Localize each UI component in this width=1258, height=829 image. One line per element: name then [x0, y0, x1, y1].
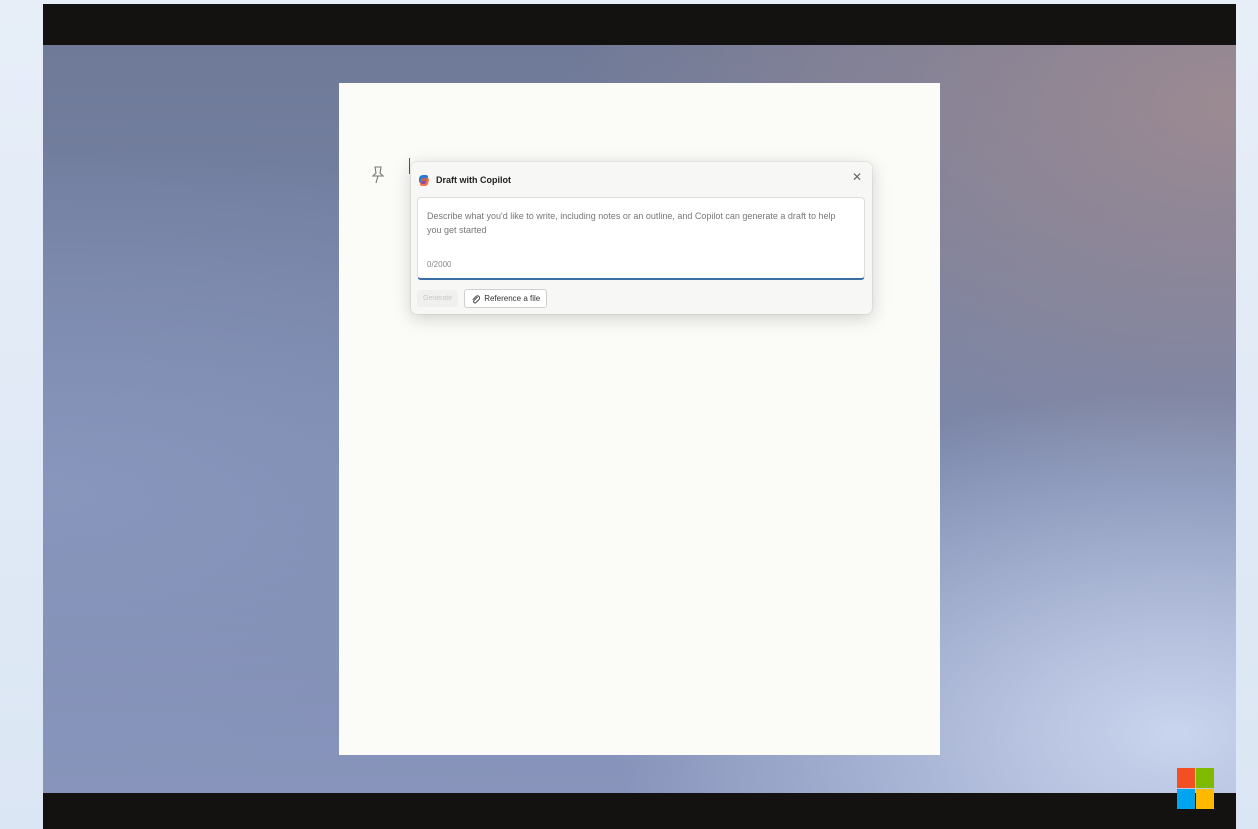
prompt-placeholder: Describe what you'd like to write, inclu…: [427, 211, 836, 235]
dialog-header: Draft with Copilot: [417, 171, 511, 189]
draft-with-copilot-dialog: Draft with Copilot ✕ Describe what you'd…: [411, 162, 872, 314]
video-bottom-bar: [43, 793, 1236, 829]
logo-green-square: [1196, 768, 1214, 788]
logo-blue-square: [1177, 789, 1195, 809]
character-counter: 0/2000: [427, 260, 452, 269]
reference-a-file-label: Reference a file: [484, 294, 541, 303]
close-icon[interactable]: ✕: [850, 170, 864, 184]
pin-icon[interactable]: [370, 165, 386, 185]
microsoft-logo: [1177, 768, 1215, 810]
prompt-input[interactable]: Describe what you'd like to write, inclu…: [417, 197, 865, 280]
dialog-title: Draft with Copilot: [436, 175, 511, 185]
generate-button[interactable]: Generate: [417, 290, 459, 307]
text-cursor: [409, 158, 410, 174]
logo-red-square: [1177, 768, 1195, 788]
dialog-actions: Generate Reference a file: [417, 289, 548, 308]
paperclip-icon: [472, 294, 481, 303]
copilot-icon: [419, 174, 429, 186]
logo-yellow-square: [1196, 789, 1214, 809]
reference-a-file-button[interactable]: Reference a file: [464, 289, 548, 308]
